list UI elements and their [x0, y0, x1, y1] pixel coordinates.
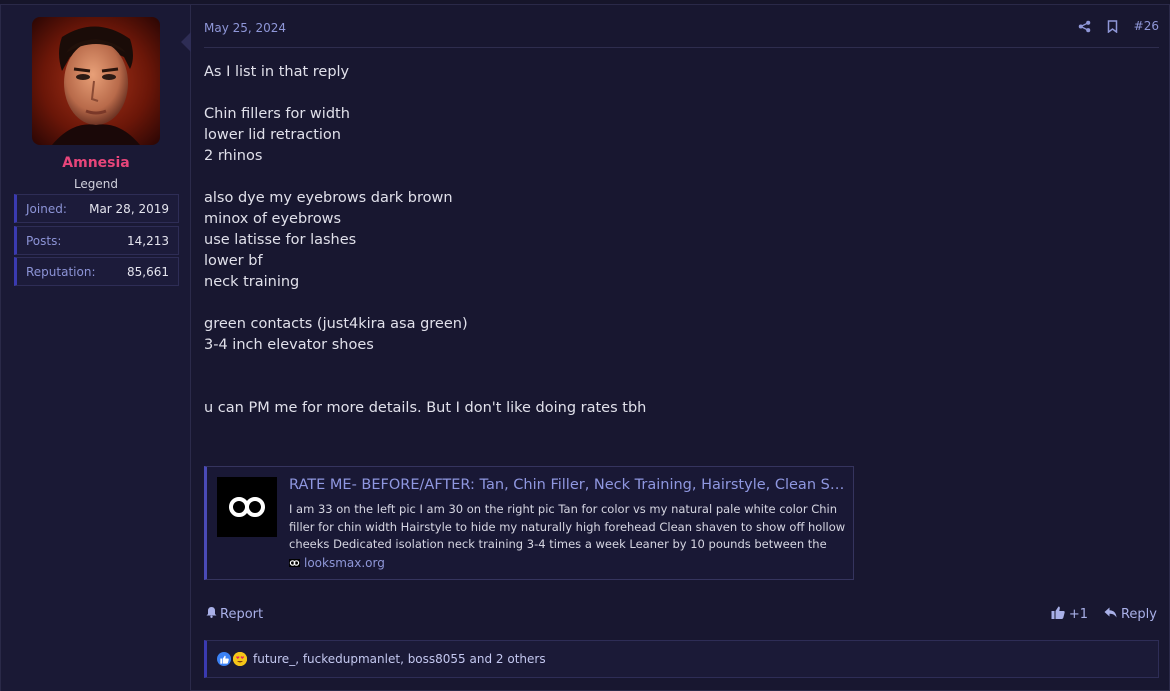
stat-label: Reputation: [26, 265, 96, 279]
post-line: u can PM me for more details. But I don'… [204, 400, 647, 416]
post-line: also dye my eyebrows dark brown [204, 190, 453, 206]
stat-reputation: Reputation: 85,661 [14, 257, 179, 286]
post-line [204, 377, 646, 398]
post-line [204, 167, 646, 188]
post-line: lower bf [204, 253, 263, 269]
avatar[interactable] [32, 17, 160, 145]
favicon-icon [289, 556, 300, 570]
site-logo-icon [217, 477, 277, 537]
link-preview-domain: looksmax.org [304, 556, 385, 570]
stat-posts: Posts: 14,213 [14, 226, 179, 255]
post-line: minox of eyebrows [204, 211, 342, 227]
post-arrow [181, 32, 191, 52]
stat-joined: Joined: Mar 28, 2019 [14, 194, 179, 223]
post-date[interactable]: May 25, 2024 [204, 21, 286, 35]
report-label: Report [220, 606, 264, 622]
post-line: As I list in that reply [204, 64, 350, 80]
post-line [204, 293, 646, 314]
post-actions: +1 Reply [1051, 606, 1157, 623]
thumbs-up-icon [1051, 606, 1065, 623]
link-preview[interactable]: RATE ME- BEFORE/AFTER: Tan, Chin Filler,… [204, 466, 854, 580]
reactions-bar[interactable]: future_, fuckedupmanlet, boss8055 and 2 … [204, 640, 1159, 678]
like-reaction-icon [217, 652, 231, 666]
link-preview-title[interactable]: RATE ME- BEFORE/AFTER: Tan, Chin Filler,… [289, 477, 849, 493]
stat-label: Posts: [26, 234, 62, 248]
post-line: use latisse for lashes [204, 232, 357, 248]
post-line [204, 83, 646, 104]
stat-value: 14,213 [127, 234, 169, 248]
post-line: lower lid retraction [204, 127, 341, 143]
post-line: Chin fillers for width [204, 106, 350, 122]
reply-label: Reply [1120, 607, 1157, 622]
share-icon[interactable] [1078, 20, 1091, 33]
bell-icon [206, 606, 217, 622]
reaction-users[interactable]: future_, fuckedupmanlet, boss8055 and 2 … [253, 652, 546, 666]
reply-icon [1104, 607, 1117, 622]
link-preview-description: I am 33 on the left pic I am 30 on the r… [289, 502, 846, 551]
forum-post: Amnesia Legend Joined: Mar 28, 2019 Post… [0, 4, 1170, 691]
username[interactable]: Amnesia [1, 155, 191, 171]
post-number[interactable]: #26 [1134, 19, 1159, 33]
post-header-actions: #26 [1078, 19, 1159, 33]
reply-button[interactable]: Reply [1104, 607, 1157, 622]
post-body: As I list in that reply Chin fillers for… [204, 62, 646, 419]
post-line: green contacts (just4kira asa green) [204, 316, 468, 332]
stat-value: 85,661 [127, 265, 169, 279]
post-line: neck training [204, 274, 300, 290]
user-sidebar: Amnesia Legend Joined: Mar 28, 2019 Post… [1, 5, 191, 691]
header-divider [204, 47, 1159, 48]
like-button[interactable]: +1 [1051, 606, 1088, 623]
post-line: 2 rhinos [204, 148, 263, 164]
report-button[interactable]: Report [206, 606, 263, 622]
post-line: 3-4 inch elevator shoes [204, 337, 374, 353]
post-main: May 25, 2024 #26 As I list in that reply [192, 5, 1169, 691]
bookmark-icon[interactable] [1107, 19, 1118, 33]
stat-label: Joined: [26, 202, 67, 216]
love-eyes-emoji-icon [233, 652, 247, 666]
link-preview-source[interactable]: looksmax.org [289, 556, 385, 570]
like-count: +1 [1068, 607, 1088, 622]
post-line [204, 356, 646, 377]
stat-value: Mar 28, 2019 [89, 202, 169, 216]
user-title: Legend [73, 177, 119, 191]
